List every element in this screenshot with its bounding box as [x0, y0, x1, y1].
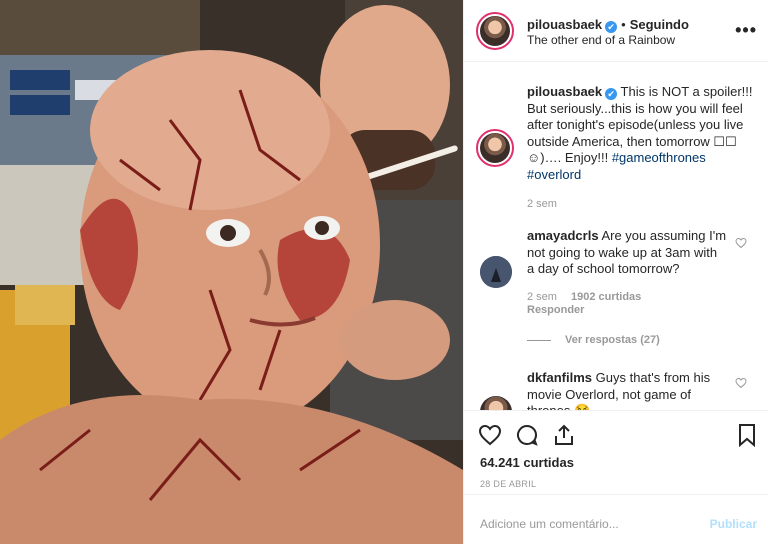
share-icon[interactable] — [552, 423, 576, 447]
comment-text-block: dkfanfilms Guys that's from his movie Ov… — [527, 370, 727, 410]
commenter-avatar[interactable] — [480, 256, 512, 288]
author-avatar[interactable] — [476, 12, 514, 50]
comment-username[interactable]: dkfanfilms — [527, 370, 592, 385]
post-location[interactable]: The other end of a Rainbow — [527, 33, 675, 47]
verified-badge-icon: ✔ — [605, 21, 618, 33]
caption-time[interactable]: 2 sem — [527, 198, 557, 210]
caption-text-block: pilouasbaek ✔ This is NOT a spoiler!!! Bu… — [527, 84, 757, 183]
comment-likes[interactable]: 1902 curtidas — [571, 291, 641, 303]
hashtag-gameofthrones[interactable]: #gameofthrones — [612, 150, 706, 165]
post-date[interactable]: 28 DE ABRIL — [480, 479, 536, 489]
instagram-post-modal: pilouasbaek ✔ • Seguindo The other end of a… — [0, 0, 768, 544]
add-comment-bar: Adicione um comentário... Publicar — [464, 494, 768, 544]
view-replies-label: Ver respostas (27) — [565, 334, 660, 346]
avatar-silhouette-icon — [480, 256, 512, 288]
view-replies-button[interactable]: Ver respostas (27) — [527, 334, 660, 346]
like-comment-heart-icon[interactable] — [735, 237, 747, 249]
reply-button[interactable]: Responder — [527, 304, 584, 316]
comment-username[interactable]: amayadcrls — [527, 228, 599, 243]
separator-dot: • — [621, 17, 626, 32]
comment-time[interactable]: 2 sem — [527, 291, 557, 303]
following-button[interactable]: Seguindo — [630, 17, 689, 32]
caption-username[interactable]: pilouasbaek — [527, 84, 602, 99]
author-username[interactable]: pilouasbaek — [527, 17, 602, 32]
verified-badge-icon: ✔ — [605, 88, 618, 100]
comment-meta: 2 sem 1902 curtidas — [527, 291, 641, 303]
comment-text-block: amayadcrls Are you assuming I'm not goin… — [527, 228, 727, 278]
post-header: pilouasbaek ✔ • Seguindo The other end of a… — [464, 0, 768, 62]
like-comment-heart-icon[interactable] — [735, 377, 747, 389]
post-sidebar: pilouasbaek ✔ • Seguindo The other end of a… — [463, 0, 768, 544]
post-photo[interactable] — [0, 0, 463, 544]
likes-count[interactable]: 64.241 curtidas — [480, 455, 574, 470]
commenter-avatar[interactable] — [480, 396, 512, 410]
more-dots-icon[interactable]: ••• — [735, 20, 757, 41]
hashtag-overlord[interactable]: #overlord — [527, 167, 581, 182]
publish-button[interactable]: Publicar — [710, 517, 757, 531]
heart-icon[interactable] — [478, 423, 502, 447]
caption-avatar[interactable] — [476, 129, 514, 167]
add-comment-input[interactable]: Adicione um comentário... — [480, 517, 619, 531]
bookmark-icon[interactable] — [735, 423, 759, 447]
post-image — [0, 0, 463, 544]
view-replies-line — [527, 339, 551, 341]
comment-icon[interactable] — [515, 423, 539, 447]
comments-list[interactable]: pilouasbaek ✔ This is NOT a spoiler!!! Bu… — [464, 62, 768, 410]
